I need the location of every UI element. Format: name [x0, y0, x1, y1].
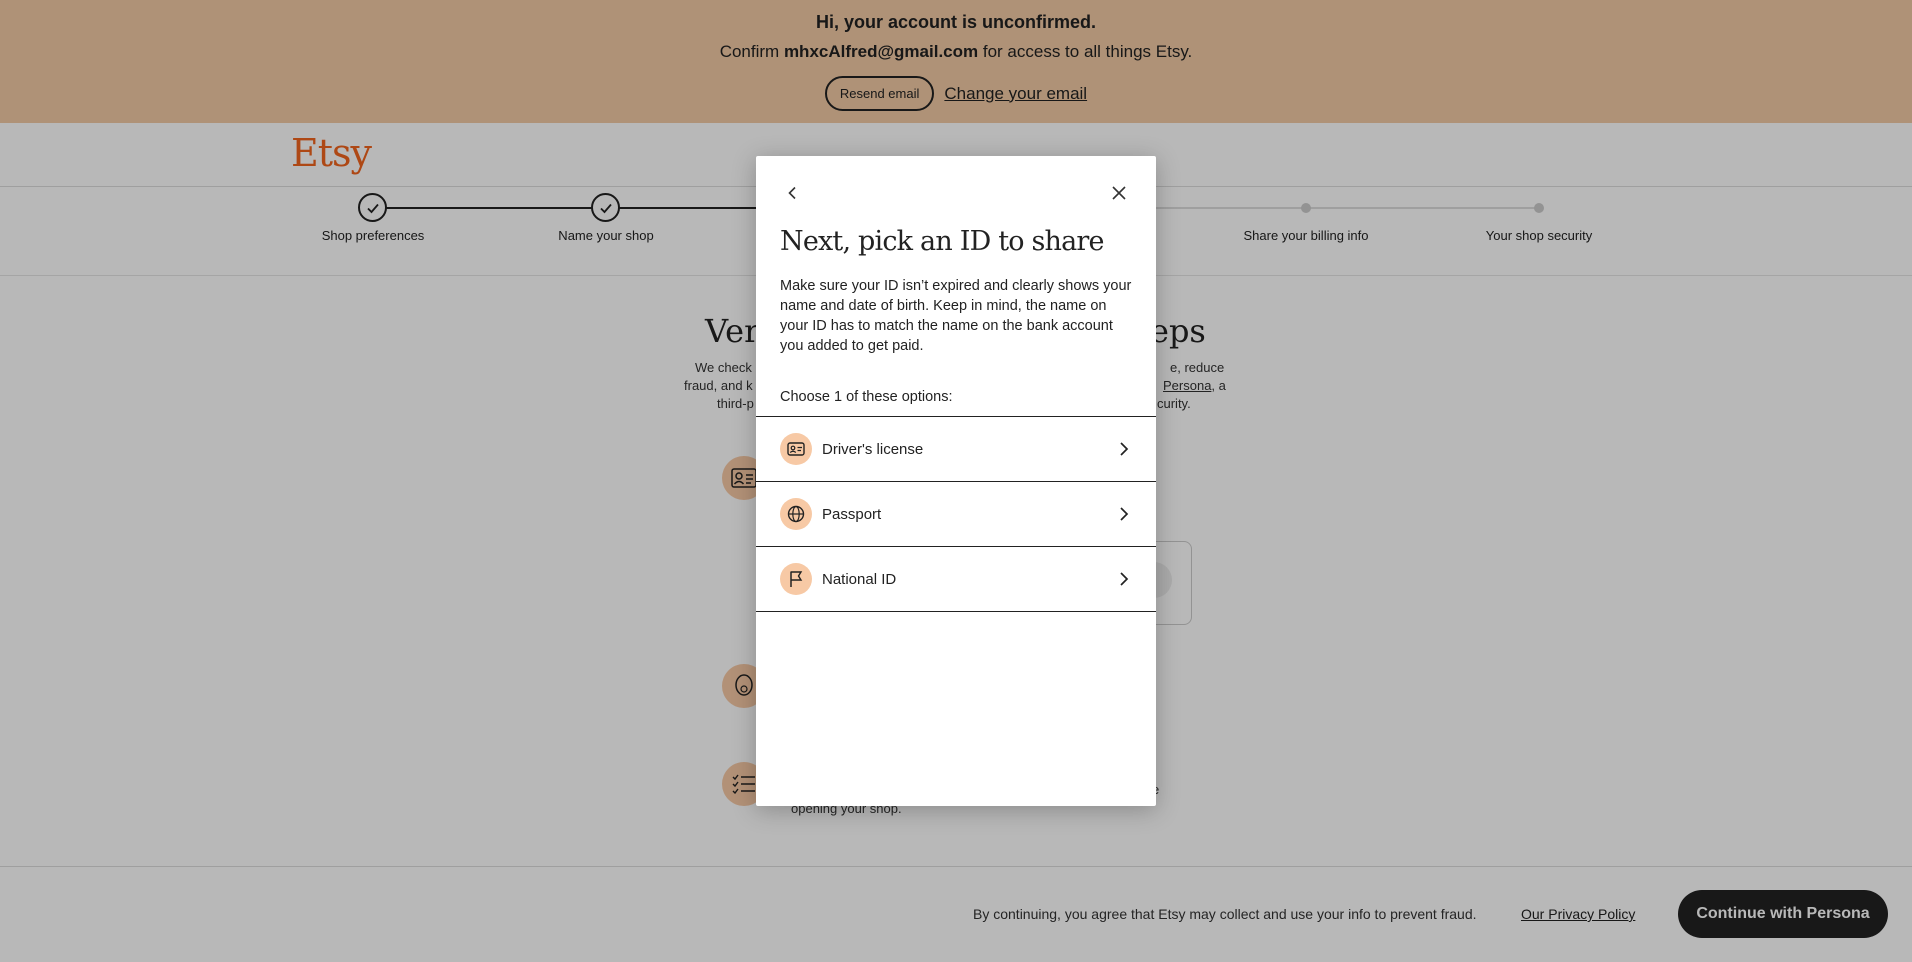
option-label: National ID — [822, 570, 897, 588]
id-options-list: Driver's license Passport National ID — [756, 416, 1156, 612]
close-button[interactable] — [1106, 180, 1132, 206]
option-label: Passport — [822, 505, 882, 523]
id-card-icon — [780, 433, 812, 465]
option-passport[interactable]: Passport — [756, 482, 1156, 547]
chevron-right-icon — [1116, 506, 1132, 522]
option-label: Driver's license — [822, 440, 924, 458]
back-button[interactable] — [780, 180, 806, 206]
option-drivers-license[interactable]: Driver's license — [756, 417, 1156, 482]
option-national-id[interactable]: National ID — [756, 547, 1156, 612]
chevron-right-icon — [1116, 571, 1132, 587]
dialog-description: Make sure your ID isn’t expired and clea… — [780, 278, 1132, 354]
close-icon — [1112, 186, 1126, 200]
globe-icon — [780, 498, 812, 530]
flag-icon — [780, 563, 812, 595]
choose-prompt: Choose 1 of these options: — [780, 389, 953, 405]
dialog-title: Next, pick an ID to share — [780, 226, 1105, 257]
chevron-left-icon — [788, 186, 796, 200]
chevron-right-icon — [1116, 441, 1132, 457]
pick-id-dialog: Next, pick an ID to share Make sure your… — [756, 156, 1156, 806]
